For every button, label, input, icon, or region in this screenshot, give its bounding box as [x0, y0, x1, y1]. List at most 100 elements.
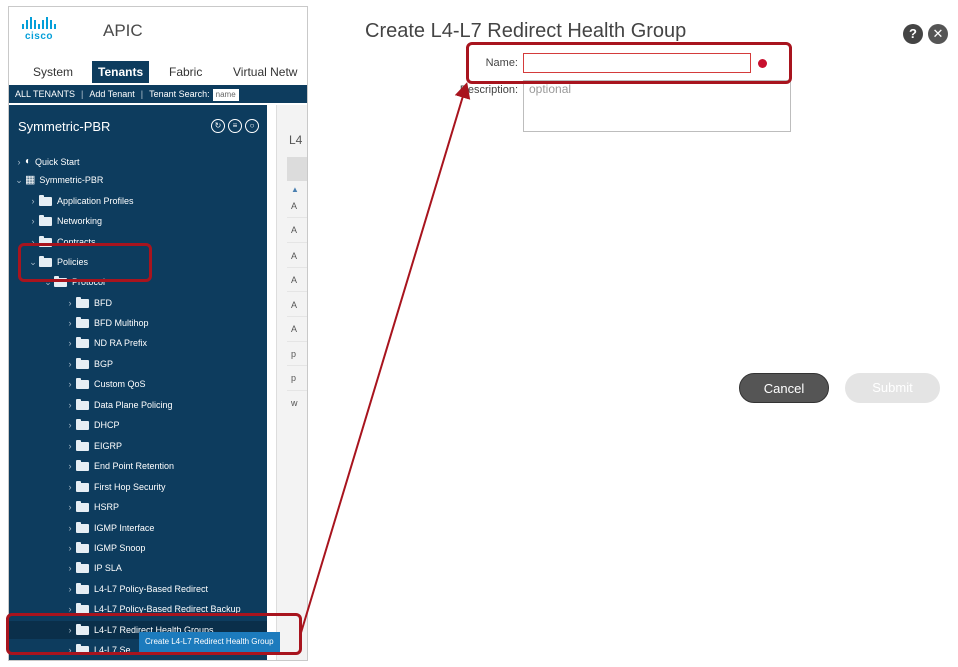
folder-icon — [76, 336, 89, 348]
cisco-logo: cisco — [19, 17, 59, 45]
tree-item-igmp-snoop[interactable]: › IGMP Snoop — [64, 539, 145, 557]
chevron-right-icon: › — [68, 400, 72, 410]
folder-icon — [76, 316, 89, 328]
table-cell: A — [291, 201, 298, 211]
folder-icon — [39, 214, 52, 226]
tab-virtual-networking[interactable]: Virtual Netw — [227, 61, 303, 83]
chevron-right-icon: › — [68, 441, 72, 451]
table-cell: A — [291, 251, 298, 261]
chevron-right-icon: › — [68, 543, 72, 553]
description-textarea[interactable]: optional — [523, 80, 791, 132]
tenant-subbar: ALL TENANTS | Add Tenant | Tenant Search: nam… — [9, 85, 307, 103]
apic-header: cisco APIC — [9, 7, 307, 57]
highlight-policies — [18, 243, 152, 282]
folder-icon — [76, 500, 89, 512]
folder-icon — [76, 561, 89, 573]
tab-fabric[interactable]: Fabric — [163, 61, 208, 83]
table-cell: A — [291, 300, 298, 310]
tree-item-data-plane-policing[interactable]: › Data Plane Policing — [64, 396, 173, 414]
tree-item-l4-l7-pbr[interactable]: › L4-L7 Policy-Based Redirect — [64, 580, 208, 598]
cancel-button[interactable]: Cancel — [739, 373, 829, 403]
tree-item-igmp-interface[interactable]: › IGMP Interface — [64, 519, 154, 537]
screenshot-stage: cisco APIC System Tenants Fabric Virtual… — [0, 0, 958, 667]
chevron-down-icon: ⌄ — [15, 175, 23, 185]
tenant-icon: ▦ — [25, 174, 36, 186]
folder-icon — [76, 357, 89, 369]
navigation-pane: Symmetric-PBR ↻ ≡ ○ › ◐ Quick Start ⌄ ▦ … — [9, 105, 267, 660]
tree-item-application-profiles[interactable]: › Application Profiles — [27, 192, 134, 210]
tree-item-quick-start[interactable]: › ◐ Quick Start — [13, 153, 80, 171]
tree-item-tenant[interactable]: ⌄ ▦ Symmetric-PBR — [13, 171, 103, 189]
tree-item-nd-ra-prefix[interactable]: › ND RA Prefix — [64, 334, 147, 352]
help-icon[interactable]: ? — [903, 24, 923, 44]
tab-system[interactable]: System — [27, 61, 79, 83]
chevron-right-icon: › — [68, 482, 72, 492]
work-pane-edge: L4 ▲ A A A A A A p p w — [267, 105, 307, 660]
folder-icon — [76, 398, 89, 410]
list-icon[interactable]: ≡ — [228, 119, 242, 133]
chevron-right-icon: › — [68, 379, 72, 389]
table-header — [287, 157, 307, 181]
folder-icon — [76, 582, 89, 594]
folder-icon — [76, 541, 89, 553]
chevron-right-icon: › — [31, 196, 35, 206]
quick-start-icon: ◐ — [25, 156, 32, 167]
tree-item-bfd[interactable]: › BFD — [64, 294, 112, 312]
table-cell: p — [291, 349, 297, 359]
tree-item-first-hop-security[interactable]: › First Hop Security — [64, 478, 166, 496]
sort-asc-icon[interactable]: ▲ — [291, 185, 299, 194]
tree-item-hsrp[interactable]: › HSRP — [64, 498, 119, 516]
pane-splitter[interactable] — [267, 105, 277, 660]
tree-item-eigrp[interactable]: › EIGRP — [64, 437, 122, 455]
folder-icon — [76, 296, 89, 308]
table-cell: p — [291, 373, 297, 383]
chevron-right-icon: › — [17, 157, 21, 167]
folder-icon — [76, 418, 89, 430]
tree-item-networking[interactable]: › Networking — [27, 212, 102, 230]
tenant-search-input[interactable]: name — [212, 88, 239, 101]
cisco-wordmark: cisco — [24, 31, 54, 42]
tree-item-bfd-multihop[interactable]: › BFD Multihop — [64, 314, 149, 332]
folder-icon — [76, 521, 89, 533]
close-icon[interactable]: ✕ — [928, 24, 948, 44]
tree-item-end-point-retention[interactable]: › End Point Retention — [64, 457, 174, 475]
highlight-health-groups — [6, 613, 302, 655]
description-label: Description: — [459, 84, 518, 96]
nav-toolbar: ↻ ≡ ○ — [211, 119, 259, 133]
refresh-icon[interactable]: ↻ — [211, 119, 225, 133]
table-cell: A — [291, 225, 298, 235]
chevron-right-icon: › — [68, 563, 72, 573]
tree-item-dhcp[interactable]: › DHCP — [64, 416, 120, 434]
work-pane-title: L4 — [289, 133, 303, 147]
top-tabs: System Tenants Fabric Virtual Netw — [9, 61, 307, 83]
chevron-right-icon: › — [68, 338, 72, 348]
highlight-name-field — [466, 42, 792, 84]
folder-icon — [76, 459, 89, 471]
table-cell: w — [291, 398, 298, 408]
tab-tenants[interactable]: Tenants — [92, 61, 150, 83]
chevron-right-icon: › — [68, 461, 72, 471]
tree-item-bgp[interactable]: › BGP — [64, 355, 113, 373]
dialog-title: Create L4-L7 Redirect Health Group — [365, 20, 687, 42]
folder-icon — [76, 439, 89, 451]
folder-icon — [39, 194, 52, 206]
tree-item-custom-qos[interactable]: › Custom QoS — [64, 375, 146, 393]
tenant-search-label: Tenant Search: — [149, 89, 210, 99]
settings-icon[interactable]: ○ — [245, 119, 259, 133]
chevron-right-icon: › — [68, 502, 72, 512]
chevron-right-icon: › — [31, 216, 35, 226]
nav-title: Symmetric-PBR — [18, 119, 111, 134]
app-title: APIC — [103, 21, 143, 40]
all-tenants-link[interactable]: ALL TENANTS — [15, 89, 75, 99]
tree-item-ip-sla[interactable]: › IP SLA — [64, 559, 122, 577]
chevron-right-icon: › — [68, 584, 72, 594]
add-tenant-link[interactable]: Add Tenant — [89, 89, 134, 99]
cisco-bars-icon — [19, 17, 59, 29]
apic-window: cisco APIC System Tenants Fabric Virtual… — [8, 6, 308, 661]
chevron-right-icon: › — [68, 420, 72, 430]
chevron-right-icon: › — [68, 318, 72, 328]
submit-button[interactable]: Submit — [845, 373, 940, 403]
table-cell: A — [291, 324, 298, 334]
table-cell: A — [291, 275, 298, 285]
folder-icon — [76, 377, 89, 389]
